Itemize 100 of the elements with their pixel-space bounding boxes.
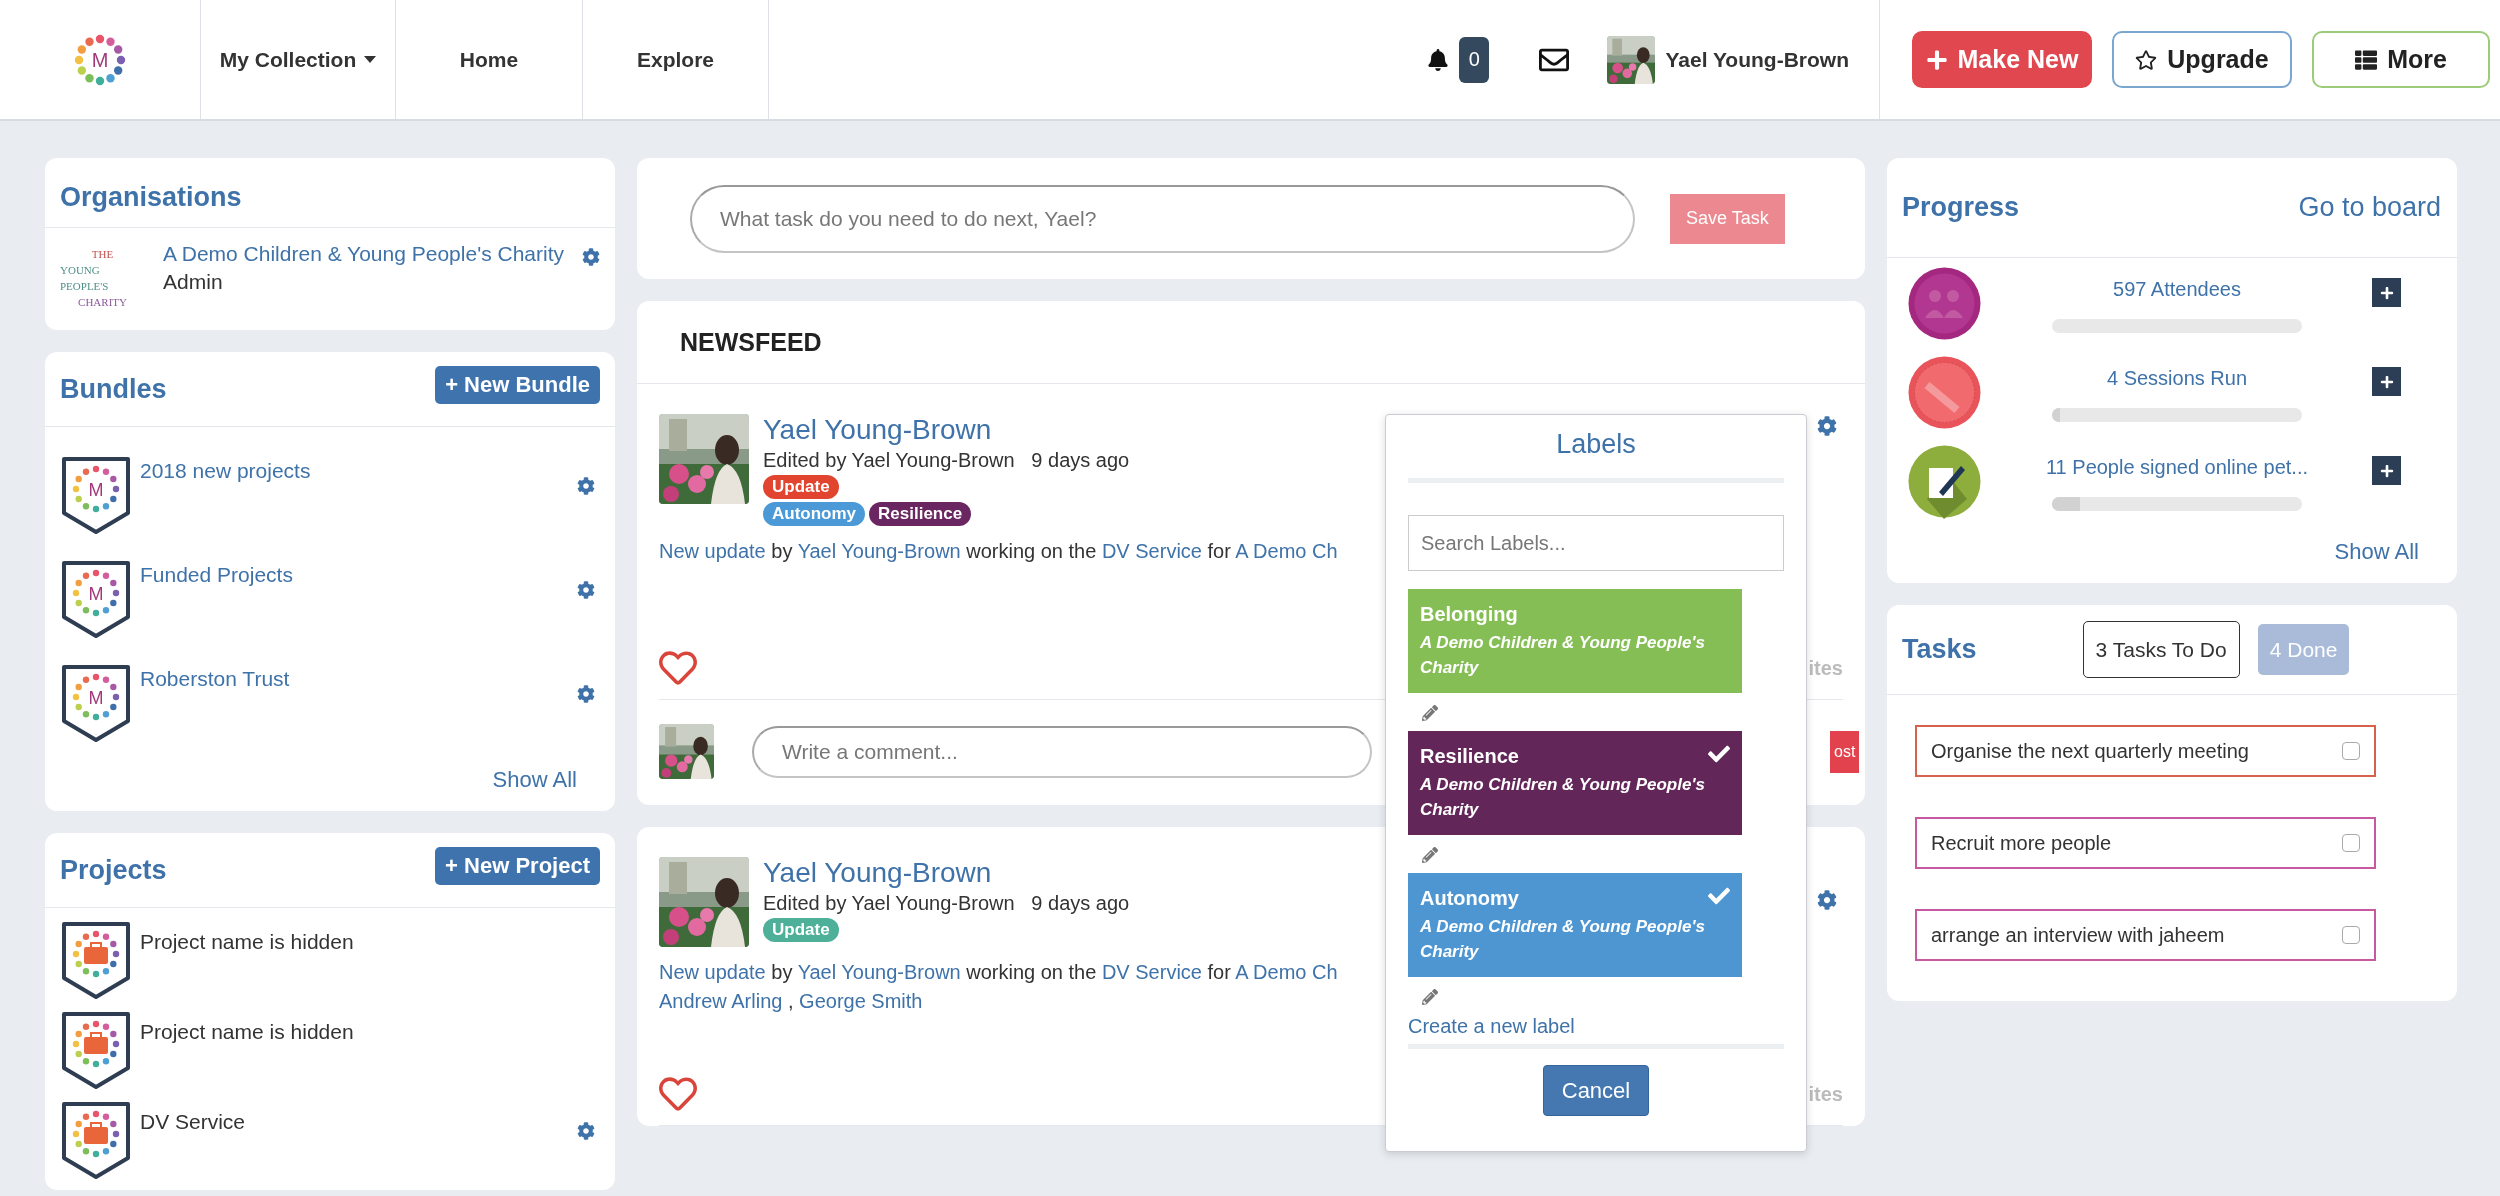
check-icon [1708, 743, 1730, 765]
bell-icon[interactable] [1427, 48, 1450, 71]
link[interactable]: DV Service [1101, 540, 1202, 562]
post-meta: Edited by Yael Young-Brown 9 days ago [763, 449, 1130, 472]
list-icon [2355, 48, 2378, 71]
header-button[interactable]: Upgrade [2112, 31, 2292, 88]
link[interactable]: George Smith [799, 990, 923, 1012]
add-button[interactable] [2372, 367, 2401, 396]
create-label-link[interactable]: Create a new label [1408, 1015, 1784, 1038]
settings-icon[interactable] [577, 581, 595, 599]
header-button[interactable]: More [2312, 31, 2490, 88]
panel-title: Projects [60, 854, 167, 886]
post-text: New update by Yael Young-Brown working on the DV Service for A Demo Ch [659, 961, 1338, 984]
settings-icon[interactable] [577, 685, 595, 703]
post-text: New update by Yael Young-Brown working on the DV Service for A Demo Ch [659, 540, 1338, 563]
tag: Update [763, 918, 839, 942]
briefcase-shield-icon [60, 920, 132, 1000]
task-text: Recruit more people [1931, 831, 2112, 855]
panel-title: Bundles [60, 373, 167, 405]
checkbox[interactable] [2342, 926, 2360, 944]
pencil-icon[interactable] [1422, 705, 1438, 721]
star-icon [2135, 48, 2158, 71]
briefcase-shield-icon [60, 1010, 132, 1090]
shield-logo-icon: M [60, 559, 132, 639]
bundle-link[interactable]: 2018 new projects [140, 459, 311, 482]
nav-link[interactable]: Explore [583, 0, 769, 119]
heart-icon[interactable] [659, 649, 697, 687]
heart-icon[interactable] [659, 1075, 697, 1113]
caret-icon [364, 56, 377, 63]
new-bundle-button[interactable]: + New Bundle [435, 366, 600, 404]
user-name[interactable]: Yael Young-Brown [1665, 47, 1849, 72]
document-pen-icon [1907, 444, 1982, 519]
task-tab[interactable]: 3 Tasks To Do [2082, 621, 2240, 678]
notification-count: 0 [1459, 36, 1490, 83]
plus-icon [1925, 48, 1948, 71]
check-icon [1708, 885, 1730, 907]
search-field[interactable]: Search Labels... [1408, 515, 1784, 571]
link[interactable]: New update [659, 540, 766, 562]
org-link[interactable]: A Demo Children & Young People's Charity [163, 242, 564, 266]
task-text: Organise the next quarterly meeting [1931, 739, 2249, 763]
link[interactable]: A Demo Ch [1235, 540, 1338, 562]
new-project-button[interactable]: + New Project [435, 847, 600, 885]
bundle-link[interactable]: Funded Projects [140, 563, 293, 586]
label-item[interactable]: Autonomy A Demo Children & Young People's Charity [1408, 873, 1742, 977]
show-all-link[interactable]: Show All [2334, 539, 2419, 565]
pencil-icon[interactable] [1422, 989, 1438, 1005]
briefcase-shield-icon [60, 1100, 132, 1180]
progress-link[interactable]: 4 Sessions Run [2106, 367, 2248, 390]
link[interactable]: New update [659, 961, 766, 983]
settings-icon[interactable] [582, 248, 600, 266]
link[interactable]: A Demo Ch [1235, 961, 1338, 983]
author-link[interactable]: Yael Young-Brown [763, 414, 1130, 446]
task-field[interactable]: What task do you need to do next, Yael? [690, 184, 1635, 253]
checkbox[interactable] [2342, 742, 2360, 760]
progress-link[interactable]: 597 Attendees [2113, 278, 2241, 301]
app-logo[interactable]: M [74, 33, 126, 86]
project-name[interactable]: Project name is hidden [140, 930, 354, 953]
checkbox[interactable] [2342, 834, 2360, 852]
settings-icon[interactable] [577, 477, 595, 495]
link[interactable]: DV Service [1101, 961, 1202, 983]
go-to-board-link[interactable]: Go to board [2298, 192, 2441, 223]
link[interactable]: Yael Young-Brown [797, 961, 961, 983]
progress-link[interactable]: 11 People signed online pet... [2045, 456, 2309, 479]
project-name[interactable]: Project name is hidden [140, 1020, 354, 1043]
nav-link[interactable]: Home [396, 0, 583, 119]
tag: Update [763, 475, 839, 499]
plus-icon [2379, 374, 2394, 389]
shield-logo-icon: M [60, 663, 132, 743]
panel-title: Tasks [1902, 634, 1977, 665]
bundle-link[interactable]: Roberston Trust [140, 667, 290, 690]
panel-title: Organisations [60, 182, 242, 214]
link[interactable]: Andrew Arling [659, 990, 783, 1012]
people-badge-icon [1907, 266, 1982, 341]
add-button[interactable] [2372, 456, 2401, 485]
plus-icon [2379, 285, 2394, 300]
plus-icon [2379, 463, 2394, 478]
tag: Autonomy [763, 502, 866, 526]
cancel-button[interactable]: Cancel [1542, 1065, 1650, 1116]
settings-icon[interactable] [1817, 890, 1837, 910]
header-button[interactable]: Make New [1912, 31, 2092, 88]
show-all-link[interactable]: Show All [492, 767, 577, 793]
link[interactable]: Yael Young-Brown [797, 540, 961, 562]
comment-field[interactable]: Write a comment... [752, 725, 1372, 778]
add-button[interactable] [2372, 278, 2401, 307]
settings-icon[interactable] [577, 1122, 595, 1140]
popup-title: Labels [1555, 428, 1637, 461]
org-logo: THE YOUNG PEOPLE'S CHARITY [60, 247, 128, 310]
role-text: Admin [163, 270, 224, 294]
favourites-text: ites [1808, 1082, 1843, 1106]
shield-logo-icon: M [60, 455, 132, 535]
project-name[interactable]: DV Service [140, 1110, 246, 1133]
pencil-icon[interactable] [1422, 847, 1438, 863]
author-link[interactable]: Yael Young-Brown [763, 857, 1130, 889]
tag: Resilience [869, 502, 972, 526]
label-item[interactable]: Resilience A Demo Children & Young People's Charity [1408, 731, 1742, 835]
settings-icon[interactable] [1817, 416, 1837, 436]
post-button[interactable]: ost [1830, 730, 1860, 773]
newsfeed-title: NEWSFEED [680, 327, 822, 357]
nav-link[interactable]: My Collection [201, 0, 396, 119]
favourites-text: ites [1808, 656, 1843, 680]
